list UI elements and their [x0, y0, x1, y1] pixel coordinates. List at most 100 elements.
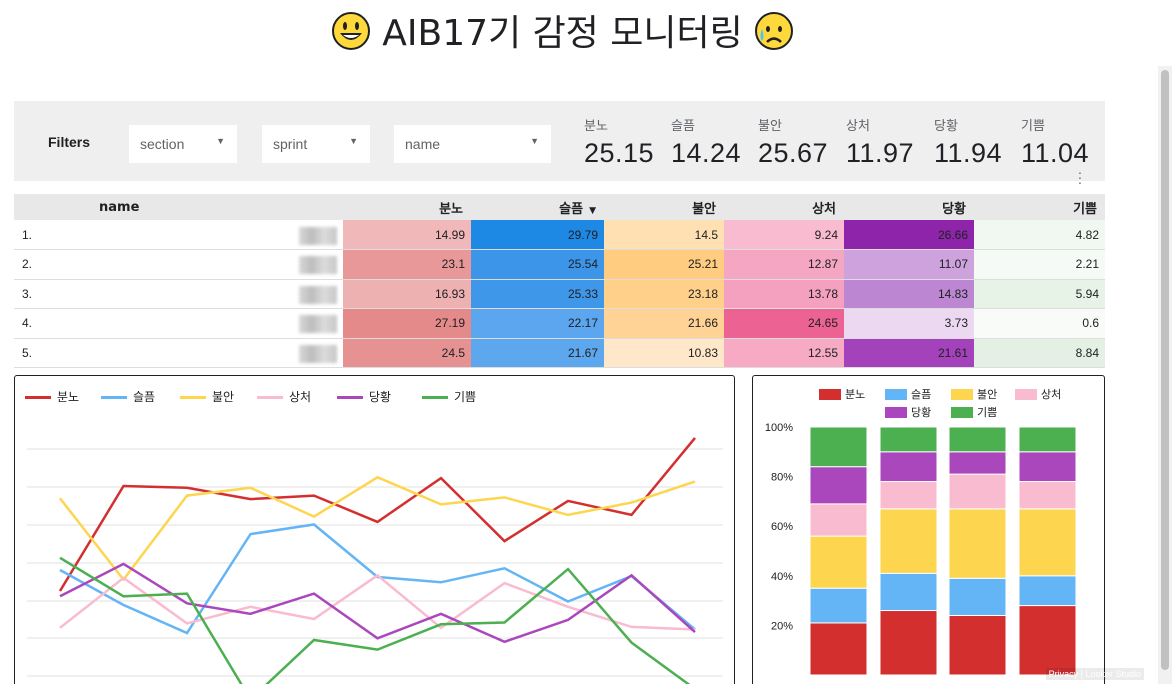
- row-name-cell: [99, 308, 344, 339]
- chevron-down-icon: ▼: [216, 136, 225, 146]
- bar-segment-당황[interactable]: [1018, 451, 1077, 483]
- redacted-name: [299, 226, 338, 245]
- table-row[interactable]: 2. 23.1 25.54 25.21 12.87 11.07 2.21: [14, 249, 1106, 280]
- y-tick-label: 100%: [765, 422, 793, 434]
- cell-hurt: 13.78: [724, 279, 845, 309]
- table-row[interactable]: 4. 27.19 22.17 21.66 24.65 3.73 0.6: [14, 308, 1106, 339]
- cell-joy: 2.21: [974, 249, 1106, 280]
- scorecard-hurt: 상처 11.97: [846, 115, 914, 169]
- cell-anger: 27.19: [343, 308, 472, 339]
- row-index: 1.: [14, 220, 99, 250]
- row-name-cell: [99, 279, 344, 309]
- y-tick-label: 20%: [771, 620, 793, 632]
- cell-anxiety: 21.66: [604, 308, 725, 339]
- bar-segment-기쁨[interactable]: [1018, 426, 1077, 453]
- bar-segment-불안[interactable]: [948, 508, 1007, 579]
- bar-segment-상처[interactable]: [1018, 481, 1077, 510]
- bar-segment-당황[interactable]: [948, 451, 1007, 475]
- bar-segment-상처[interactable]: [879, 481, 938, 510]
- bar-segment-기쁨[interactable]: [879, 426, 938, 453]
- bar-segment-기쁨[interactable]: [809, 426, 868, 468]
- row-index: 3.: [14, 279, 99, 309]
- column-header-label: 분노: [439, 201, 464, 217]
- bar-segment-분노[interactable]: [948, 614, 1007, 676]
- sad-but-relieved-face-icon: [755, 12, 794, 50]
- column-header-name[interactable]: name: [14, 194, 344, 220]
- scorecard-value: 25.67: [758, 138, 829, 168]
- bar-segment-불안[interactable]: [1018, 508, 1077, 577]
- column-header-label: 상처: [812, 201, 837, 217]
- cell-joy: 8.84: [974, 338, 1106, 368]
- column-header-label: 슬픔: [559, 201, 584, 217]
- more-options-icon[interactable]: · · ·: [1075, 165, 1085, 189]
- cell-embarrassment: 11.07: [844, 249, 975, 280]
- cell-anger: 14.99: [343, 220, 472, 250]
- bar-segment-슬픔[interactable]: [1018, 575, 1077, 607]
- section-dropdown[interactable]: section ▼: [129, 125, 237, 163]
- redacted-name: [299, 256, 338, 275]
- column-header-anger[interactable]: 분노: [343, 194, 472, 220]
- cell-joy: 0.6: [974, 308, 1106, 339]
- footer-privacy-link[interactable]: Privacy | Looker Studio: [1045, 668, 1144, 680]
- scrollbar-thumb[interactable]: [1161, 70, 1169, 670]
- sort-desc-icon: ▼: [589, 205, 597, 216]
- bar-segment-분노[interactable]: [809, 622, 868, 676]
- scorecard-embarrassment: 당황 11.94: [934, 115, 1002, 169]
- row-name-cell: [99, 338, 344, 368]
- column-header-anxiety[interactable]: 불안: [604, 194, 725, 220]
- bar-segment-상처[interactable]: [948, 473, 1007, 510]
- bar-segment-분노[interactable]: [1018, 605, 1077, 676]
- line-series-불안[interactable]: [59, 475, 696, 582]
- redacted-name: [299, 344, 338, 363]
- scorecard-label: 분노: [584, 119, 608, 134]
- line-series-분노[interactable]: [58, 437, 696, 592]
- sprint-dropdown[interactable]: sprint ▼: [262, 125, 370, 163]
- cell-embarrassment: 21.61: [844, 338, 975, 368]
- scorecard-joy: 기쁨 11.04: [1021, 115, 1089, 169]
- vertical-scrollbar[interactable]: [1158, 66, 1172, 684]
- scorecard-value: 11.94: [934, 138, 1003, 168]
- column-header-label: 당황: [942, 201, 967, 217]
- y-tick-label: 80%: [771, 472, 793, 484]
- row-index: 4.: [14, 308, 99, 339]
- row-index: 5.: [14, 338, 99, 368]
- cell-sadness: 25.54: [471, 249, 605, 280]
- name-dropdown[interactable]: name ▼: [394, 125, 551, 163]
- cell-anxiety: 23.18: [604, 279, 725, 309]
- cell-joy: 4.82: [974, 220, 1106, 250]
- bar-segment-상처[interactable]: [809, 503, 868, 537]
- bar-segment-불안[interactable]: [809, 535, 868, 589]
- cell-sadness: 21.67: [471, 338, 605, 368]
- scorecard-value: 11.97: [846, 138, 915, 168]
- table-header-row: name 분노 슬픔 ▼ 불안 상처 당황 기쁨: [14, 194, 1106, 220]
- emotion-share-stacked-bar-chart: 20% 40% 60% 80% 100%: [765, 422, 1077, 676]
- bar-segment-분노[interactable]: [879, 610, 938, 676]
- bar-segment-슬픔[interactable]: [809, 587, 868, 624]
- scorecard-label: 상처: [846, 119, 870, 134]
- table-row[interactable]: 5. 24.5 21.67 10.83 12.55 21.61 8.84: [14, 338, 1106, 368]
- bar-segment-당황[interactable]: [809, 466, 868, 505]
- redacted-name: [299, 315, 338, 334]
- bar-segment-기쁨[interactable]: [948, 426, 1007, 453]
- bar-segment-당황[interactable]: [879, 451, 938, 483]
- bar-segment-불안[interactable]: [879, 508, 938, 574]
- bar-segment-슬픔[interactable]: [879, 572, 938, 612]
- column-header-embarrassment[interactable]: 당황: [844, 194, 975, 220]
- cell-hurt: 12.55: [724, 338, 845, 368]
- cell-embarrassment: 14.83: [844, 279, 975, 309]
- scorecard-anxiety: 불안 25.67: [758, 115, 828, 169]
- column-header-sadness[interactable]: 슬픔 ▼: [471, 194, 605, 220]
- section-dropdown-label: section: [140, 136, 185, 152]
- bar-segment-슬픔[interactable]: [948, 577, 1007, 616]
- scorecard-label: 불안: [758, 119, 782, 134]
- cell-sadness: 29.79: [471, 220, 605, 250]
- dashboard-page: AIB17기 감정 모니터링 Filters section ▼ sprint …: [0, 0, 1172, 684]
- table-row[interactable]: 3. 16.93 25.33 23.18 13.78 14.83 5.94: [14, 279, 1106, 309]
- table-row[interactable]: 1. 14.99 29.79 14.5 9.24 26.66 4.82: [14, 220, 1106, 250]
- column-header-hurt[interactable]: 상처: [724, 194, 845, 220]
- page-title-text: AIB17기 감정 모니터링: [382, 13, 743, 54]
- scorecard-value: 25.15: [584, 138, 655, 168]
- column-header-joy[interactable]: 기쁨: [974, 194, 1106, 220]
- name-dropdown-label: name: [405, 136, 441, 152]
- cell-sadness: 25.33: [471, 279, 605, 309]
